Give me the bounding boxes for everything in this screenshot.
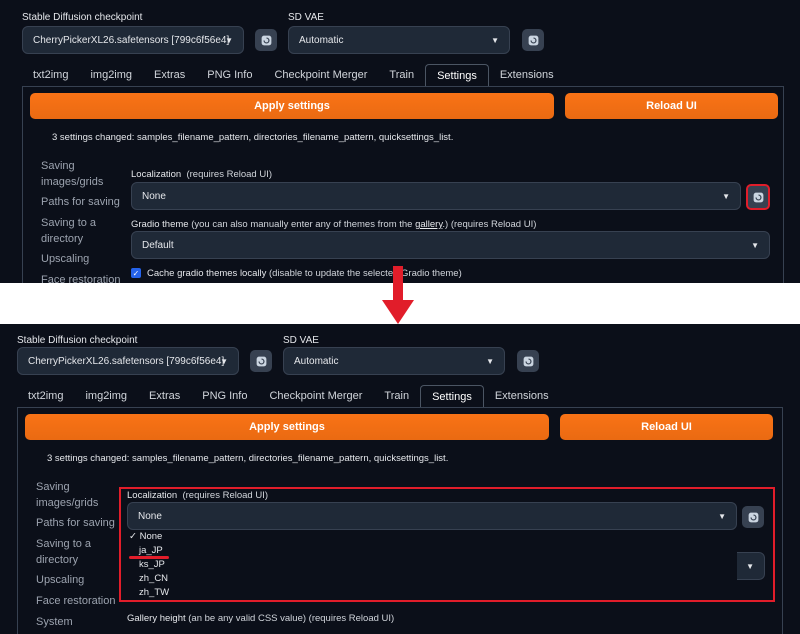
- option-zh-cn[interactable]: zh_CN: [127, 572, 737, 586]
- localization-value: None: [142, 190, 166, 202]
- after-screenshot: Stable Diffusion checkpoint CherryPicker…: [0, 324, 800, 634]
- option-ja-jp[interactable]: ja_JP: [127, 544, 737, 558]
- sidebar-item-face-restoration[interactable]: Face restoration: [36, 593, 115, 609]
- vae-refresh-button[interactable]: [517, 350, 539, 372]
- gradio-theme-label: Gradio theme (you can also manually ente…: [131, 219, 537, 230]
- sidebar-item-saving-to-directory[interactable]: Saving to a directory: [36, 536, 116, 568]
- gradio-theme-dropdown[interactable]: Default ▼: [131, 231, 770, 259]
- vae-value: Automatic: [294, 355, 339, 367]
- vae-value: Automatic: [299, 34, 344, 46]
- tab-bar: txt2img img2img Extras PNG Info Checkpoi…: [17, 385, 560, 407]
- chevron-down-icon: ▼: [220, 357, 228, 366]
- option-none[interactable]: ✓ None: [127, 530, 737, 544]
- vae-label: SD VAE: [288, 12, 324, 23]
- sidebar-item-saving-images[interactable]: Saving images/grids: [41, 158, 121, 190]
- refresh-icon: [528, 35, 538, 45]
- checkpoint-label: Stable Diffusion checkpoint: [22, 12, 143, 23]
- refresh-icon: [256, 356, 266, 366]
- tab-extras[interactable]: Extras: [143, 64, 196, 86]
- check-icon: ✓: [129, 531, 140, 542]
- chevron-down-icon: ▼: [722, 192, 730, 201]
- refresh-icon: [523, 356, 533, 366]
- tab-extensions[interactable]: Extensions: [489, 64, 565, 86]
- refresh-icon: [261, 35, 271, 45]
- checkpoint-refresh-button[interactable]: [250, 350, 272, 372]
- settings-changed-text: 3 settings changed: samples_filename_pat…: [47, 453, 449, 464]
- refresh-icon: [748, 512, 758, 522]
- sidebar-item-upscaling[interactable]: Upscaling: [41, 251, 89, 267]
- tab-png-info[interactable]: PNG Info: [191, 385, 258, 407]
- option-zh-tw[interactable]: zh_TW: [127, 586, 737, 600]
- vae-refresh-button[interactable]: [522, 29, 544, 51]
- sidebar-item-upscaling[interactable]: Upscaling: [36, 572, 84, 588]
- vae-dropdown[interactable]: Automatic ▼: [288, 26, 510, 54]
- chevron-down-icon: ▼: [225, 36, 233, 45]
- tab-settings[interactable]: Settings: [425, 64, 489, 86]
- checkpoint-label: Stable Diffusion checkpoint: [17, 335, 138, 346]
- gallery-height-label: Gallery height (an be any valid CSS valu…: [127, 613, 395, 624]
- localization-refresh-button[interactable]: [746, 184, 770, 210]
- checkpoint-value: CherryPickerXL26.safetensors [799c6f56e4…: [33, 34, 230, 46]
- checkpoint-refresh-button[interactable]: [255, 29, 277, 51]
- sidebar-item-paths-for-saving[interactable]: Paths for saving: [41, 194, 120, 210]
- gradio-theme-value: Default: [142, 239, 174, 251]
- reload-ui-button[interactable]: Reload UI: [560, 414, 773, 440]
- tab-png-info[interactable]: PNG Info: [196, 64, 263, 86]
- chevron-down-icon: ▼: [491, 36, 499, 45]
- refresh-icon: [753, 192, 763, 202]
- cache-themes-checkbox[interactable]: ✓: [131, 268, 141, 278]
- tab-img2img[interactable]: img2img: [79, 64, 143, 86]
- tab-extras[interactable]: Extras: [138, 385, 191, 407]
- tab-img2img[interactable]: img2img: [74, 385, 138, 407]
- chevron-down-icon: ▼: [718, 512, 726, 521]
- chevron-down-icon: ▼: [486, 357, 494, 366]
- sidebar-item-paths-for-saving[interactable]: Paths for saving: [36, 515, 115, 531]
- arrow-down-icon: [382, 266, 414, 324]
- vae-label: SD VAE: [283, 335, 319, 346]
- tab-checkpoint-merger[interactable]: Checkpoint Merger: [263, 64, 378, 86]
- localization-value: None: [138, 510, 162, 522]
- localization-dropdown[interactable]: None ▼: [127, 502, 737, 530]
- localization-label: Localization (requires Reload UI): [127, 490, 268, 501]
- chevron-down-icon: ▼: [751, 241, 759, 250]
- localization-refresh-button[interactable]: [742, 506, 764, 528]
- tab-bar: txt2img img2img Extras PNG Info Checkpoi…: [22, 64, 565, 86]
- settings-changed-text: 3 settings changed: samples_filename_pat…: [52, 132, 454, 143]
- localization-options-menu: ✓ None ja_JP ks_JP zh_CN zh_TW: [127, 530, 737, 600]
- sidebar-item-saving-to-directory[interactable]: Saving to a directory: [41, 215, 121, 247]
- gallery-link[interactable]: gallery: [415, 219, 442, 230]
- tab-txt2img[interactable]: txt2img: [22, 64, 79, 86]
- localization-dropdown[interactable]: None ▼: [131, 182, 741, 210]
- tab-settings[interactable]: Settings: [420, 385, 484, 407]
- checkpoint-dropdown[interactable]: CherryPickerXL26.safetensors [799c6f56e4…: [22, 26, 244, 54]
- tab-txt2img[interactable]: txt2img: [17, 385, 74, 407]
- apply-settings-button[interactable]: Apply settings: [30, 93, 554, 119]
- checkpoint-dropdown[interactable]: CherryPickerXL26.safetensors [799c6f56e4…: [17, 347, 239, 375]
- tab-checkpoint-merger[interactable]: Checkpoint Merger: [258, 385, 373, 407]
- localization-label: Localization (requires Reload UI): [131, 169, 272, 180]
- transition-area: [0, 266, 800, 324]
- before-screenshot: Stable Diffusion checkpoint CherryPicker…: [0, 0, 800, 283]
- tab-train[interactable]: Train: [378, 64, 425, 86]
- chevron-down-icon: ▼: [746, 562, 754, 571]
- apply-settings-button[interactable]: Apply settings: [25, 414, 549, 440]
- option-ks-jp[interactable]: ks_JP: [127, 558, 737, 572]
- option-underline: [129, 556, 169, 559]
- check-icon: ✓: [132, 268, 140, 278]
- sidebar-item-face-restoration[interactable]: Face restoration: [41, 272, 120, 283]
- checkpoint-value: CherryPickerXL26.safetensors [799c6f56e4…: [28, 355, 225, 367]
- sidebar-item-system[interactable]: System: [36, 614, 73, 630]
- tab-train[interactable]: Train: [373, 385, 420, 407]
- tab-extensions[interactable]: Extensions: [484, 385, 560, 407]
- vae-dropdown[interactable]: Automatic ▼: [283, 347, 505, 375]
- reload-ui-button[interactable]: Reload UI: [565, 93, 778, 119]
- sidebar-item-saving-images[interactable]: Saving images/grids: [36, 479, 116, 511]
